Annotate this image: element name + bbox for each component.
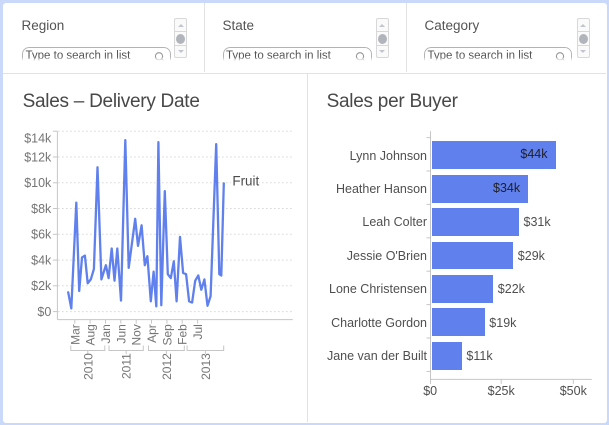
svg-text:2010: 2010 <box>81 353 95 380</box>
svg-text:$10k: $10k <box>24 176 52 190</box>
svg-text:Jul: Jul <box>191 324 205 339</box>
svg-text:Fruit: Fruit <box>232 173 259 188</box>
svg-text:Feb: Feb <box>176 324 190 345</box>
svg-text:Apr: Apr <box>145 324 159 343</box>
svg-text:Jun: Jun <box>114 324 128 343</box>
svg-text:Sep: Sep <box>160 324 174 346</box>
svg-text:$12k: $12k <box>24 150 52 164</box>
svg-text:Jan: Jan <box>99 324 113 343</box>
svg-text:$8k: $8k <box>31 202 52 216</box>
svg-text:Aug: Aug <box>84 324 98 345</box>
svg-text:$0: $0 <box>37 305 51 319</box>
svg-text:$6k: $6k <box>31 228 52 242</box>
svg-text:2013: 2013 <box>199 353 213 380</box>
svg-text:2011: 2011 <box>120 353 134 379</box>
svg-text:$2k: $2k <box>31 279 52 293</box>
svg-text:2012: 2012 <box>160 353 174 380</box>
svg-text:$14k: $14k <box>24 132 52 146</box>
svg-text:Nov: Nov <box>130 324 144 345</box>
svg-text:$4k: $4k <box>31 253 52 267</box>
svg-text:Mar: Mar <box>68 324 82 345</box>
